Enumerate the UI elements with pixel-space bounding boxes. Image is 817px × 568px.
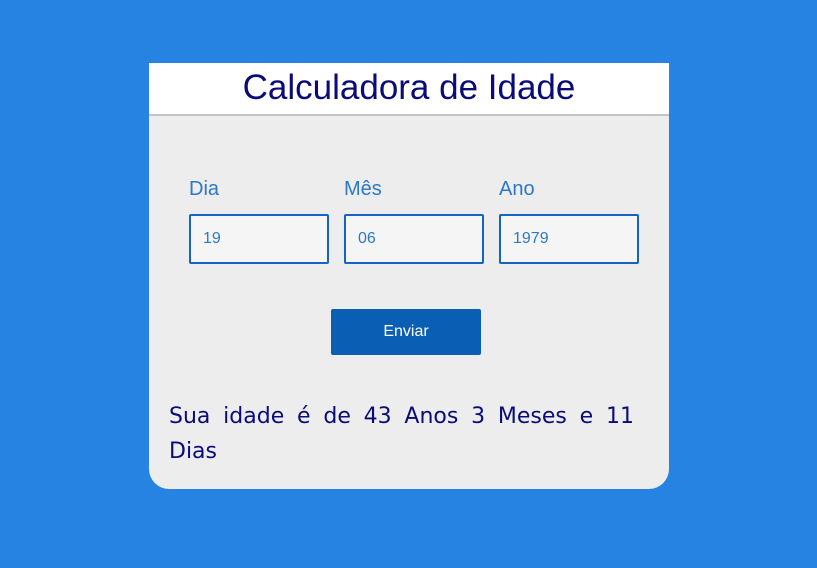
age-calculator-card: Calculadora de Idade Dia Mês Ano Enviar …	[149, 63, 669, 489]
year-input[interactable]	[499, 214, 639, 264]
month-label: Mês	[344, 178, 382, 200]
day-label: Dia	[189, 178, 220, 200]
month-input[interactable]	[344, 214, 484, 264]
card-header: Calculadora de Idade	[149, 63, 669, 116]
page-title: Calculadora de Idade	[242, 68, 576, 107]
age-result: Sua idade é de 43 Anos 3 Meses e 11 Dias	[169, 404, 634, 464]
submit-button[interactable]: Enviar	[331, 309, 481, 355]
year-label: Ano	[499, 178, 535, 200]
day-input[interactable]	[189, 214, 329, 264]
